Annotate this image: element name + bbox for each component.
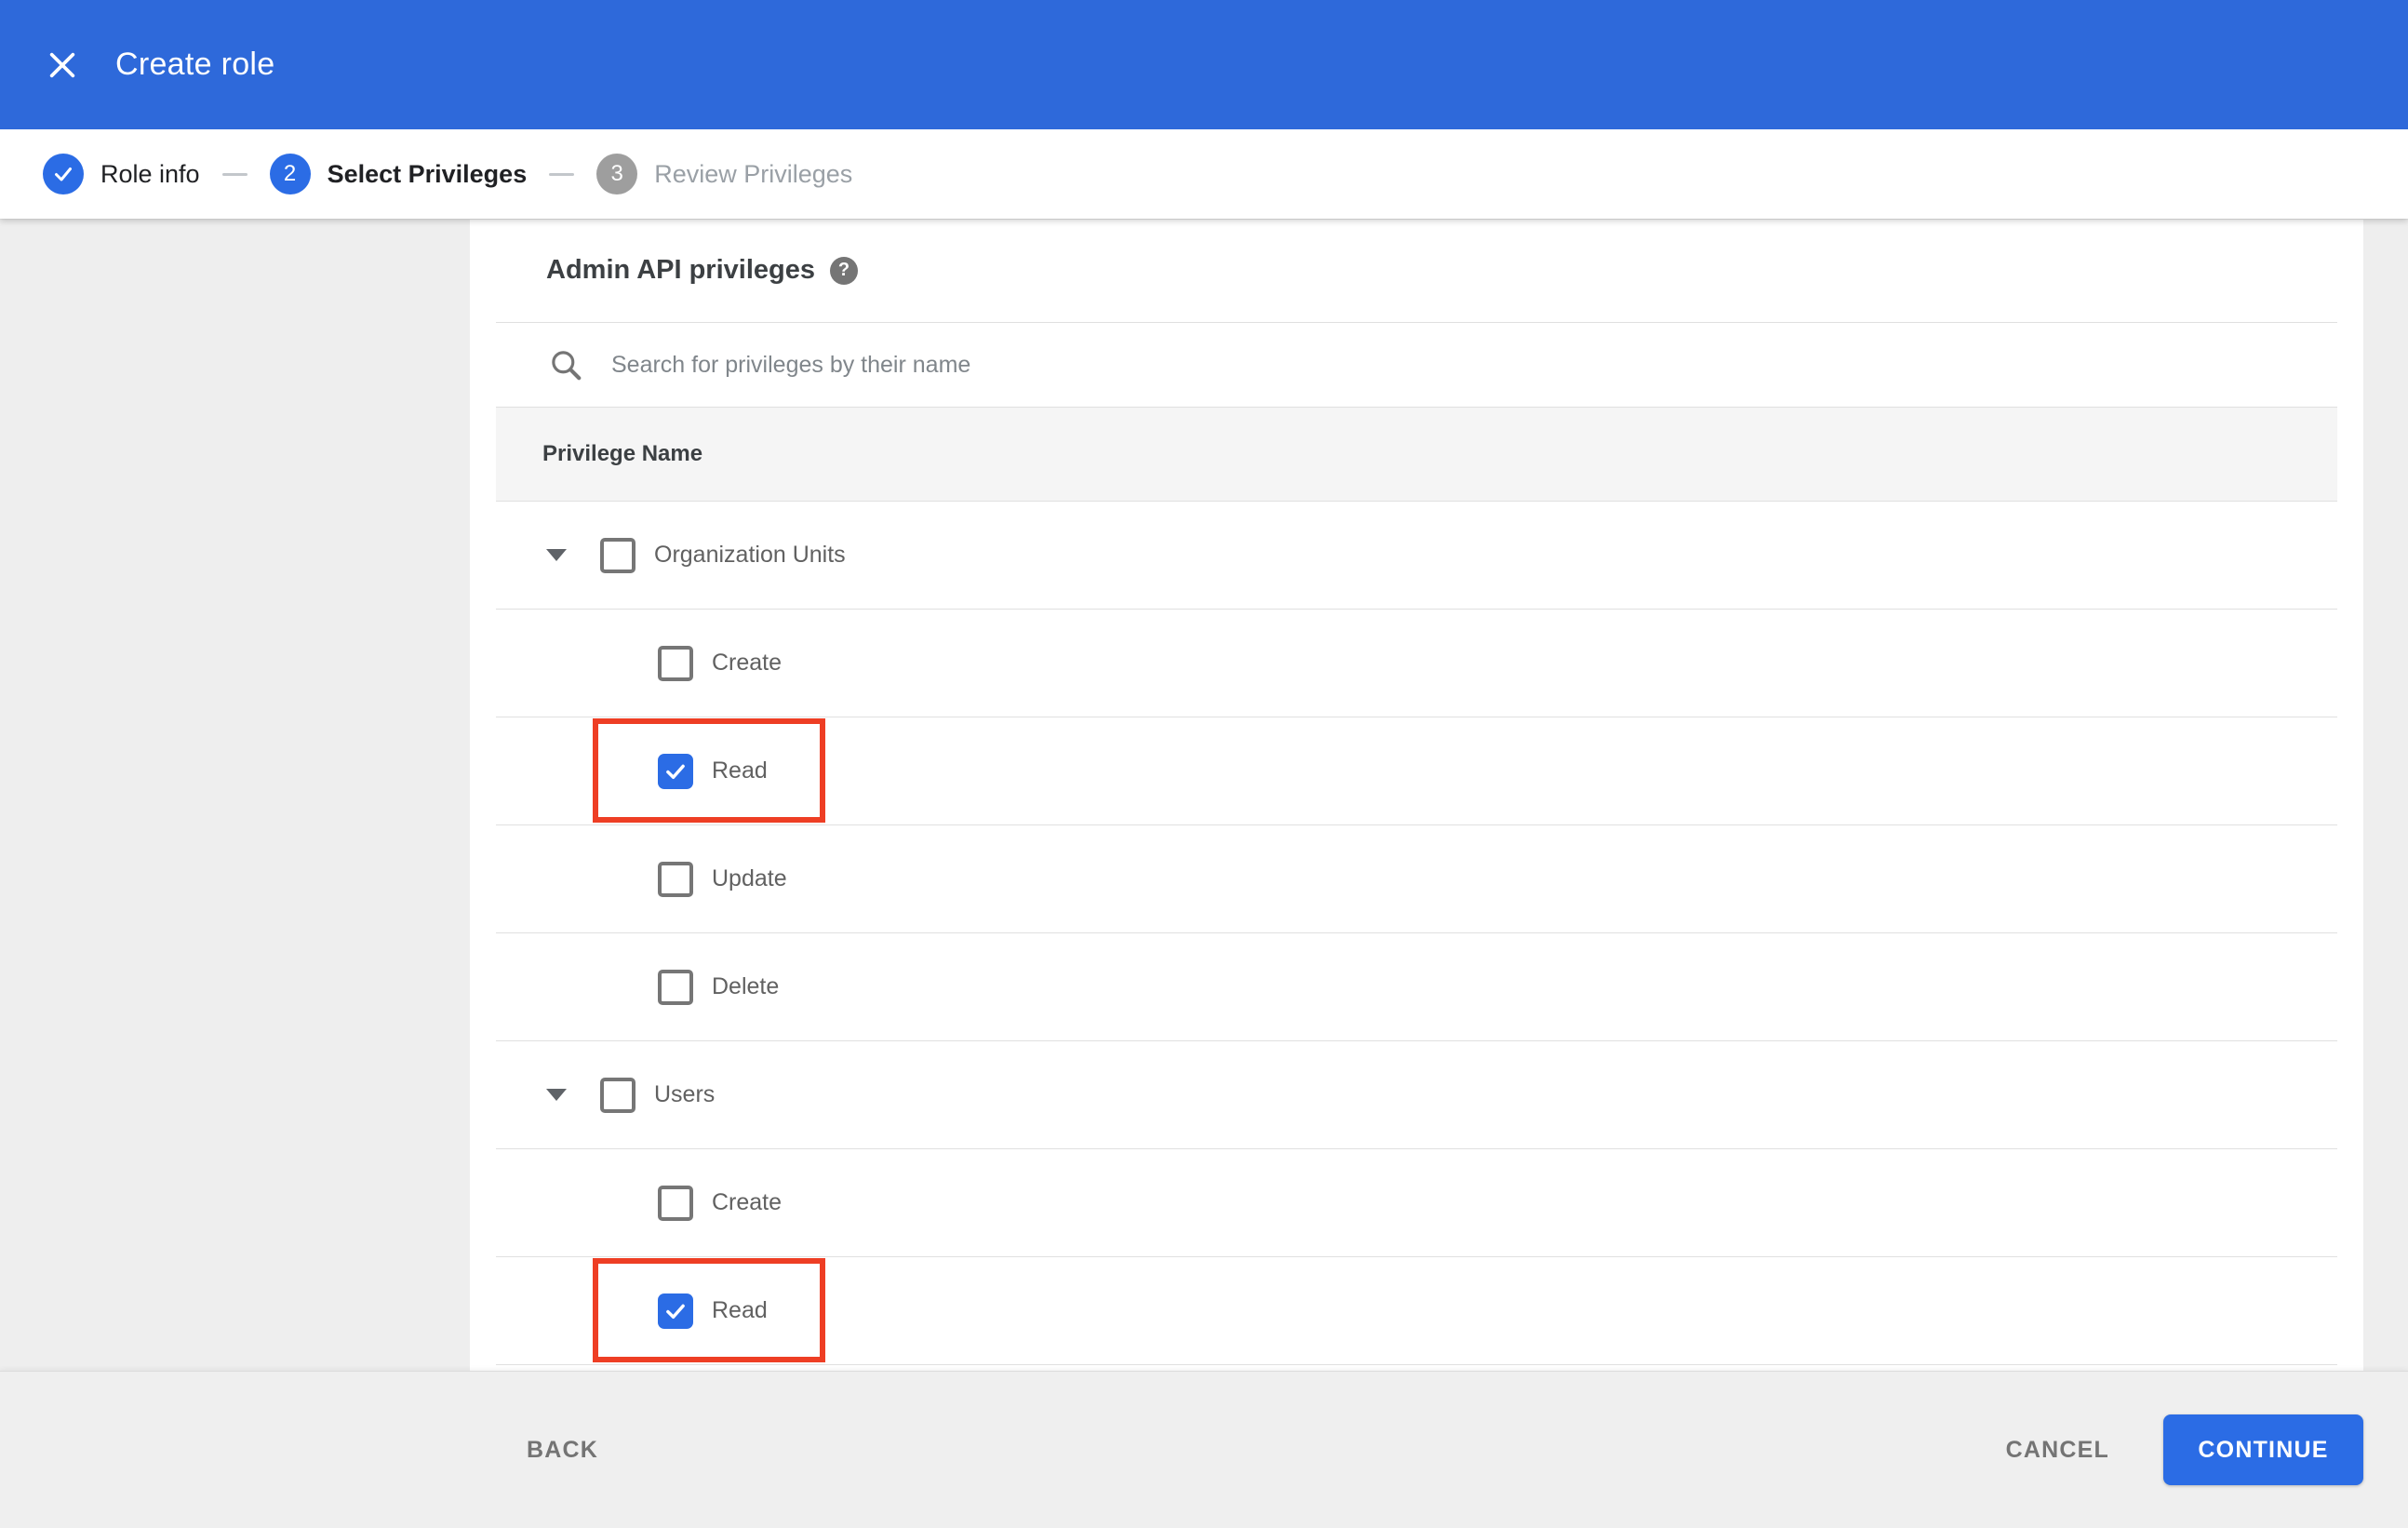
privilege-row-create: Create [496,610,2337,717]
annotation-highlight-box [593,718,825,823]
checkbox-update-3[interactable] [658,861,693,897]
table-header-label: Privilege Name [542,441,703,466]
privilege-row-create: Create [496,1149,2337,1257]
search-bar [496,323,2337,408]
step-separator [549,172,575,176]
step-review-privileges: 3 Review Privileges [596,154,852,194]
table-header-row: Privilege Name [496,408,2337,502]
privilege-rows: Organization Units Create Read Update Delete… [496,502,2337,1365]
search-icon [548,347,583,382]
step-separator [221,172,247,176]
continue-button[interactable]: CONTINUE [2163,1414,2363,1485]
privilege-row-delete: Delete [496,933,2337,1041]
privilege-label: Delete [712,973,780,999]
step-label-select-privileges: Select Privileges [327,159,528,188]
privilege-row-update: Update [496,825,2337,933]
step-select-privileges[interactable]: 2 Select Privileges [269,154,528,194]
privilege-row-read: Read [496,717,2337,825]
checkbox-read-7[interactable] [658,1293,693,1329]
privilege-label: Organization Units [654,542,846,568]
checkbox-read-2[interactable] [658,753,693,789]
privilege-label: Update [712,865,787,891]
checkbox-delete-4[interactable] [658,969,693,1005]
privilege-label: Create [712,1189,783,1215]
privilege-label: Create [712,650,783,676]
checkbox-organization-units-0[interactable] [600,537,635,573]
step-number-badge: 2 [269,154,311,194]
back-button[interactable]: BACK [521,1424,604,1477]
privilege-row-organization-units: Organization Units [496,502,2337,610]
help-icon[interactable]: ? [830,256,858,285]
step-label-role-info: Role info [100,159,200,188]
privilege-label: Read [712,757,768,784]
section-heading-row: Admin API privileges ? [496,219,2337,323]
dialog-title: Create role [115,47,275,82]
step-completed-check-icon [43,154,84,194]
checkbox-create-6[interactable] [658,1185,693,1221]
step-role-info[interactable]: Role info [43,154,200,194]
footer-bar: BACK CANCEL CONTINUE [0,1371,2408,1528]
collapse-arrow-icon[interactable] [546,1089,567,1101]
step-number-badge: 3 [596,154,638,194]
app-header: Create role [0,0,2408,129]
cancel-button[interactable]: CANCEL [2000,1424,2115,1477]
privilege-label: Users [654,1081,716,1107]
annotation-highlight-box [593,1258,825,1362]
privilege-row-read: Read [496,1257,2337,1365]
checkbox-users-5[interactable] [600,1077,635,1113]
step-label-review-privileges: Review Privileges [654,159,853,188]
privilege-row-users: Users [496,1041,2337,1149]
content-card: Admin API privileges ? Privilege Name Or… [470,219,2363,1372]
checkbox-create-1[interactable] [658,645,693,681]
privilege-label: Read [712,1297,768,1323]
collapse-arrow-icon[interactable] [546,549,567,561]
stepper: Role info 2 Select Privileges 3 Review P… [0,129,2408,219]
section-title: Admin API privileges [546,255,815,285]
search-input[interactable] [609,350,1916,380]
close-icon [47,49,78,81]
close-button[interactable] [41,44,84,87]
